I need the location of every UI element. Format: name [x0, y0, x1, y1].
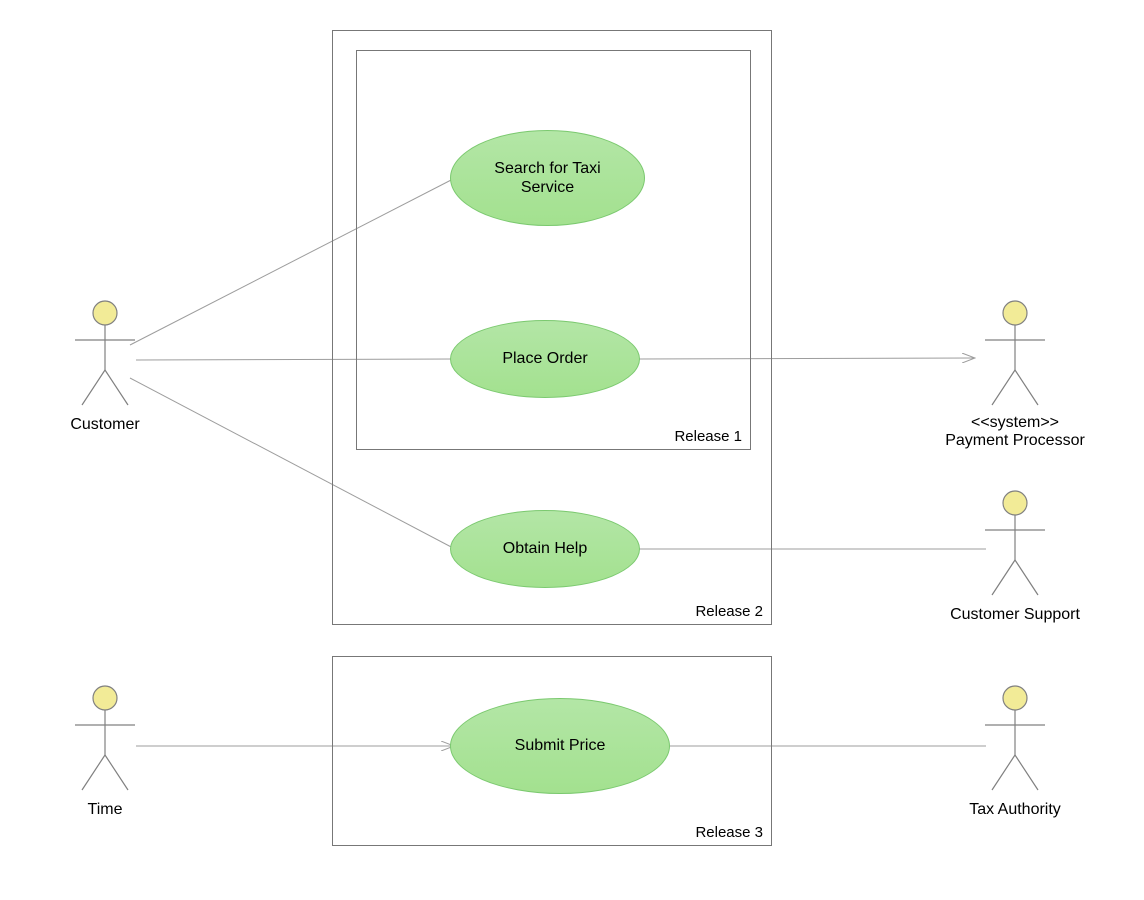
stick-figure-icon — [70, 300, 140, 410]
actor-payment-stereotype: <<system>> — [935, 414, 1095, 432]
stick-figure-icon — [980, 300, 1050, 410]
release1-label: Release 1 — [674, 428, 742, 445]
diagram-canvas: Release 2 Release 1 Release 3 Search for… — [0, 0, 1144, 900]
actor-customer: Customer — [60, 300, 150, 434]
actor-customer-support: Customer Support — [945, 490, 1085, 624]
usecase-search: Search for Taxi Service — [450, 130, 645, 226]
usecase-placeorder-label: Place Order — [502, 349, 587, 368]
actor-payment-label: Payment Processor — [935, 432, 1095, 450]
actor-time-label: Time — [60, 801, 150, 819]
stick-figure-icon — [70, 685, 140, 795]
actor-tax-label: Tax Authority — [960, 801, 1070, 819]
release2-label: Release 2 — [695, 603, 763, 620]
usecase-submitprice-label: Submit Price — [515, 736, 606, 755]
stick-figure-icon — [980, 685, 1050, 795]
release3-label: Release 3 — [695, 824, 763, 841]
actor-support-label: Customer Support — [945, 606, 1085, 624]
usecase-obtainhelp-label: Obtain Help — [503, 539, 588, 558]
stick-figure-icon — [980, 490, 1050, 600]
actor-time: Time — [60, 685, 150, 819]
actor-customer-label: Customer — [60, 416, 150, 434]
usecase-obtainhelp: Obtain Help — [450, 510, 640, 588]
usecase-submitprice: Submit Price — [450, 698, 670, 794]
actor-tax-authority: Tax Authority — [960, 685, 1070, 819]
usecase-placeorder: Place Order — [450, 320, 640, 398]
actor-payment-processor: <<system>> Payment Processor — [935, 300, 1095, 450]
usecase-search-label: Search for Taxi Service — [494, 159, 600, 197]
